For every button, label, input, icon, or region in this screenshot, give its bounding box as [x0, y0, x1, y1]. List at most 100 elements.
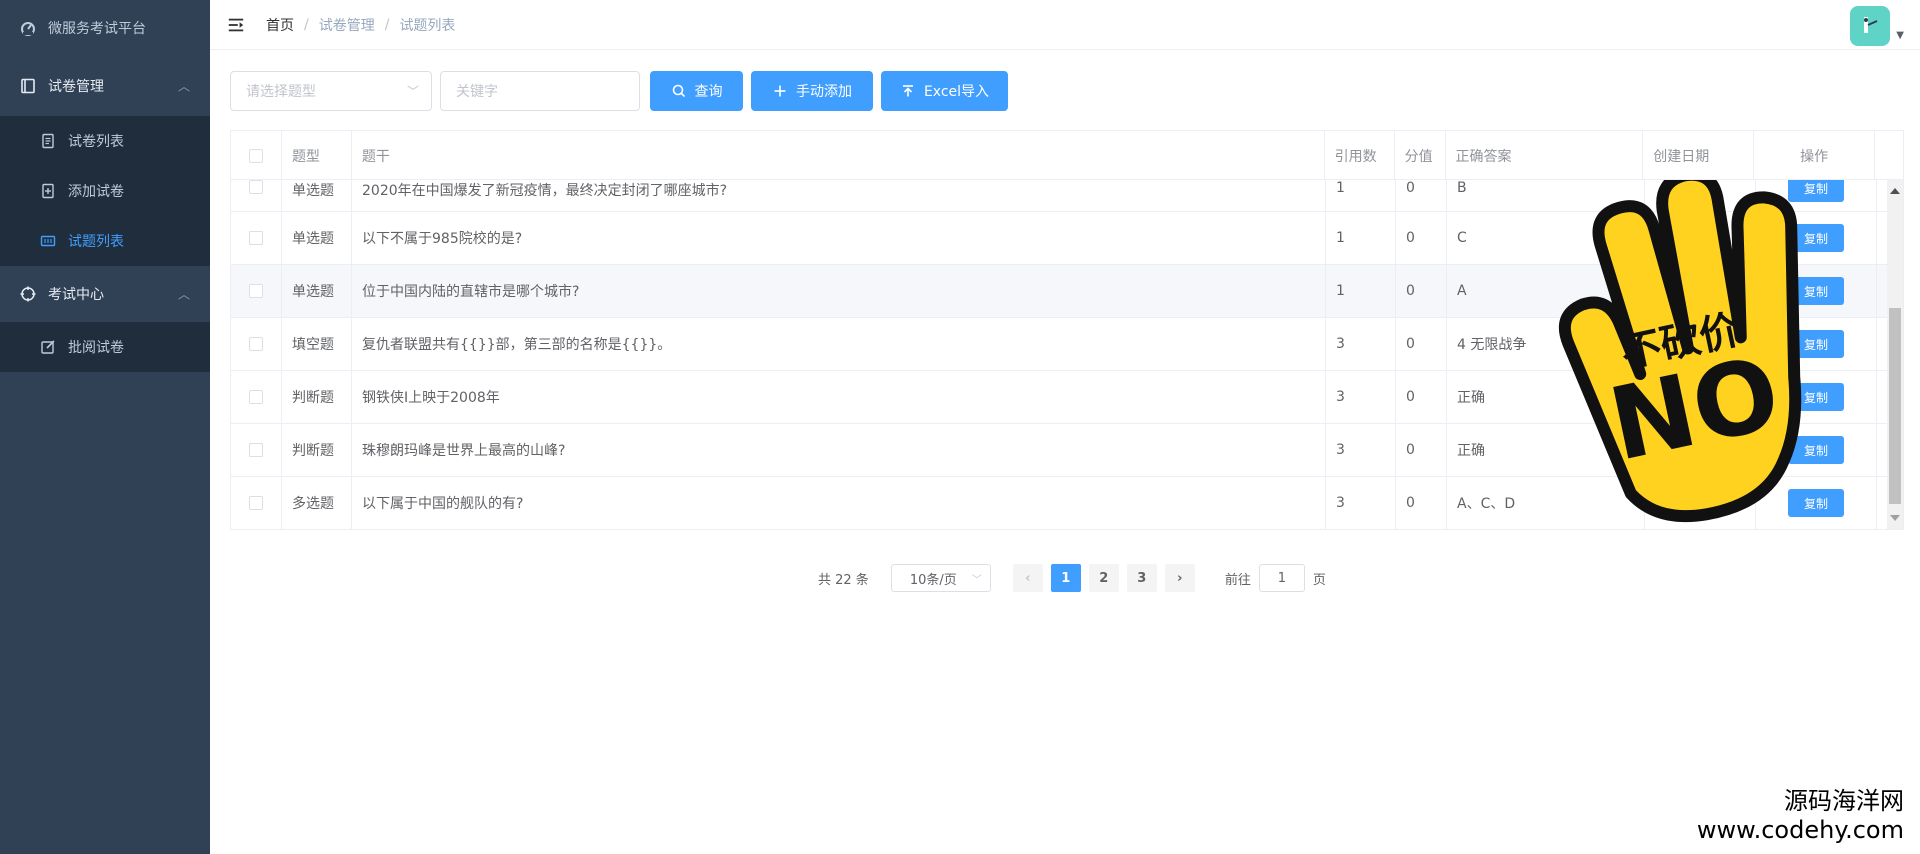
column-header-refs: 引用数	[1325, 131, 1395, 180]
sidebar-item-question-list[interactable]: 试题列表	[0, 216, 210, 266]
next-page-button[interactable]: ›	[1164, 564, 1195, 592]
plus-icon	[772, 83, 788, 99]
column-header-date: 创建日期	[1643, 131, 1755, 180]
cell-refs: 3	[1326, 477, 1396, 529]
cell-stem: 以下不属于985院校的是?	[352, 212, 1326, 264]
breadcrumb-separator: /	[384, 16, 390, 33]
avatar-figure-icon	[1864, 17, 1878, 33]
column-header-stem: 题干	[352, 131, 1325, 180]
cell-refs: 3	[1326, 371, 1396, 423]
target-icon	[20, 286, 36, 302]
hamburger-icon[interactable]	[226, 15, 246, 35]
search-icon	[671, 83, 687, 99]
sidebar-item-label: 试题列表	[68, 234, 124, 250]
select-all-cell	[231, 131, 282, 180]
column-header-action: 操作	[1754, 131, 1876, 180]
row-checkbox[interactable]	[249, 443, 263, 457]
cell-score: 0	[1396, 318, 1447, 370]
breadcrumb-question-list: 试题列表	[399, 17, 456, 34]
question-type-select[interactable]: 请选择题型 ﹀	[230, 71, 432, 111]
cell-score: 0	[1396, 424, 1447, 476]
column-header-answer: 正确答案	[1446, 131, 1644, 180]
keyword-input[interactable]: 关键字	[440, 71, 640, 111]
document-add-icon	[40, 183, 56, 199]
select-all-checkbox[interactable]	[248, 148, 263, 163]
page-size-select[interactable]: 10条/页 ﹀	[890, 564, 991, 592]
edit-icon	[40, 339, 56, 355]
cell-type: 判断题	[282, 371, 352, 423]
table-header: 题型 题干 引用数 分值 正确答案 创建日期 操作	[231, 131, 1903, 180]
sidebar-group-paper-management[interactable]: 试卷管理 ︿	[0, 56, 210, 116]
row-checkbox-cell	[231, 265, 282, 317]
cell-type: 单选题	[282, 212, 352, 264]
scroll-down-arrow-icon[interactable]	[1890, 515, 1900, 521]
row-checkbox[interactable]	[249, 284, 263, 298]
cell-score: 0	[1396, 265, 1447, 317]
table-scrollbar[interactable]	[1887, 180, 1903, 529]
sidebar-item-grade-paper[interactable]: 批阅试卷	[0, 322, 210, 372]
row-checkbox[interactable]	[249, 231, 263, 245]
pagination-total: 共 22 条	[818, 572, 869, 588]
search-button[interactable]: 查询	[650, 71, 743, 111]
cell-stem: 珠穆朗玛峰是世界上最高的山峰?	[352, 424, 1326, 476]
search-button-label: 查询	[694, 84, 723, 100]
top-navbar: 首页 / 试卷管理 / 试题列表 ▼	[210, 0, 1920, 50]
sidebar-group-label: 考试中心	[48, 287, 104, 303]
prev-page-button[interactable]: ‹	[1012, 564, 1043, 592]
brand-title: 微服务考试平台	[48, 21, 146, 37]
cell-refs: 1	[1326, 265, 1396, 317]
page-button-3[interactable]: 3	[1126, 564, 1157, 592]
brand[interactable]: 微服务考试平台	[0, 0, 210, 56]
document-icon	[40, 133, 56, 149]
column-header-type: 题型	[282, 131, 352, 180]
cell-refs: 1	[1326, 212, 1396, 264]
cell-score: 0	[1396, 212, 1447, 264]
column-header-score: 分值	[1395, 131, 1446, 180]
keyword-placeholder: 关键字	[456, 84, 498, 100]
cell-score: 0	[1396, 371, 1447, 423]
chevron-down-icon: ﹀	[406, 84, 419, 99]
row-checkbox-cell	[231, 212, 282, 264]
row-checkbox[interactable]	[249, 390, 263, 404]
pagination: 共 22 条 10条/页 ﹀ ‹ 1 2 3 › 前往 1 页	[818, 564, 1326, 592]
cell-type: 多选题	[282, 477, 352, 529]
row-checkbox[interactable]	[249, 180, 263, 194]
page-button-2[interactable]: 2	[1088, 564, 1119, 592]
row-checkbox[interactable]	[249, 496, 263, 510]
row-checkbox-cell	[231, 318, 282, 370]
row-checkbox-cell	[231, 477, 282, 529]
chevron-up-icon: ︿	[177, 79, 190, 94]
goto-suffix: 页	[1312, 572, 1326, 588]
cell-refs: 3	[1326, 424, 1396, 476]
cell-stem: 钢铁侠Ⅰ上映于2008年	[352, 371, 1326, 423]
sidebar-group-exam-center[interactable]: 考试中心 ︿	[0, 266, 210, 322]
breadcrumb-paper-management: 试卷管理	[318, 17, 375, 34]
sidebar-group-label: 试卷管理	[48, 79, 104, 95]
cell-type: 单选题	[282, 265, 352, 317]
cell-stem: 位于中国内陆的直辖市是哪个城市?	[352, 265, 1326, 317]
cell-stem: 以下属于中国的舰队的有?	[352, 477, 1326, 529]
no-bargain-hand-sticker: 不砍价 NO	[1558, 168, 1802, 523]
avatar[interactable]	[1850, 6, 1890, 46]
watermark: 源码海洋网 www.codehy.com	[1692, 786, 1908, 844]
goto-prefix: 前往	[1224, 572, 1251, 588]
chevron-down-icon: ﹀	[971, 574, 982, 586]
caret-down-icon[interactable]: ▼	[1896, 30, 1904, 41]
sidebar-item-paper-list[interactable]: 试卷列表	[0, 116, 210, 166]
goto-page-input[interactable]: 1	[1258, 564, 1305, 592]
cell-stem: 复仇者联盟共有{{}}部，第三部的名称是{{}}。	[352, 318, 1326, 370]
page-button-1[interactable]: 1	[1050, 564, 1081, 592]
scrollbar-thumb[interactable]	[1889, 308, 1901, 504]
row-checkbox-cell	[231, 424, 282, 476]
sidebar-item-add-paper[interactable]: 添加试卷	[0, 166, 210, 216]
scroll-up-arrow-icon[interactable]	[1890, 188, 1900, 194]
excel-import-button[interactable]: Excel导入	[881, 71, 1008, 111]
breadcrumb: 首页 / 试卷管理 / 试题列表	[266, 15, 455, 35]
manual-add-button[interactable]: 手动添加	[751, 71, 873, 111]
breadcrumb-home[interactable]: 首页	[266, 15, 294, 35]
cell-score: 0	[1396, 477, 1447, 529]
cell-refs: 1	[1326, 180, 1396, 211]
question-type-placeholder: 请选择题型	[246, 84, 316, 100]
upload-icon	[900, 83, 916, 99]
row-checkbox[interactable]	[249, 337, 263, 351]
